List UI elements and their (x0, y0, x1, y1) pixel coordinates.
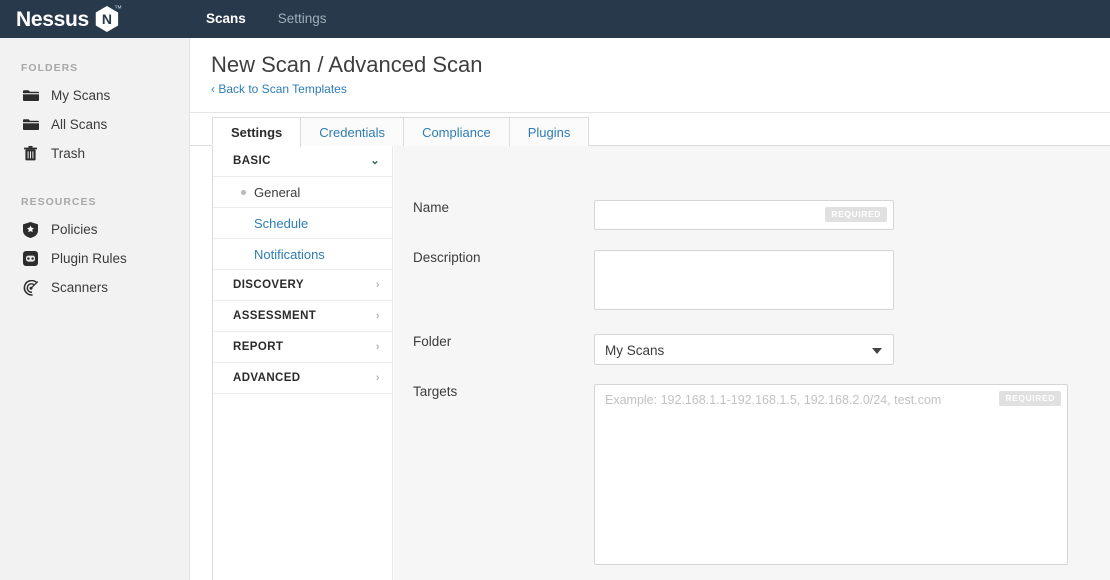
chevron-right-icon: › (375, 309, 380, 322)
sidebar-item-my-scans[interactable]: My Scans (0, 81, 110, 110)
sidebar-item-label: Trash (51, 146, 86, 161)
folder-select[interactable]: My Scans (594, 334, 894, 365)
sidebar-item-label: Plugin Rules (51, 251, 127, 266)
nav-item-scans[interactable]: Scans (190, 0, 262, 38)
sidebar-item-trash[interactable]: Trash (0, 139, 85, 168)
tab-bar: Settings Credentials Compliance Plugins (190, 113, 1110, 147)
chevron-right-icon: › (375, 371, 380, 384)
sidebar-item-policies[interactable]: Policies (0, 215, 98, 244)
shield-icon (22, 221, 39, 238)
sidebar-item-label: Scanners (51, 280, 109, 295)
settings-item-label: Schedule (254, 215, 309, 231)
settings-nav-column: BASIC ⌄ General Schedule Notifications D… (213, 146, 393, 580)
folder-label: Folder (413, 334, 452, 349)
sidebar-item-label: Policies (51, 222, 98, 237)
settings-group-label: DISCOVERY (233, 279, 304, 291)
nessus-logo[interactable]: Nessus N ™ (0, 0, 190, 38)
bullet-placeholder-icon (241, 221, 246, 226)
name-label: Name (413, 200, 450, 215)
tab-settings[interactable]: Settings (212, 117, 302, 147)
chevron-down-icon: ⌄ (370, 154, 380, 167)
settings-item-label: Notifications (254, 246, 325, 262)
sidebar-heading-folders: FOLDERS (21, 62, 79, 74)
trash-icon (22, 145, 39, 162)
settings-item-label: General (254, 184, 301, 200)
plugin-icon (22, 250, 39, 267)
left-sidebar: FOLDERS My Scans All Scans Trash RESOURC… (0, 38, 190, 580)
active-tab-underline-gap (212, 145, 285, 146)
brand-name: Nessus (16, 7, 89, 31)
settings-group-assessment[interactable]: ASSESSMENT › (213, 301, 392, 332)
name-field[interactable]: REQUIRED (594, 200, 894, 230)
settings-group-label: REPORT (233, 341, 284, 353)
settings-item-schedule[interactable]: Schedule (213, 208, 392, 239)
bullet-placeholder-icon (241, 252, 246, 257)
settings-group-report[interactable]: REPORT › (213, 332, 392, 363)
settings-item-general[interactable]: General (213, 177, 392, 208)
top-nav-links: Scans Settings (190, 0, 343, 38)
current-item-bullet-icon (241, 189, 246, 195)
required-badge: REQUIRED (999, 391, 1061, 406)
folder-icon (22, 87, 39, 104)
required-badge: REQUIRED (825, 207, 887, 222)
back-to-scan-templates-link[interactable]: ‹ Back to Scan Templates (211, 82, 347, 96)
folder-selected-value: My Scans (605, 343, 665, 358)
targets-placeholder: Example: 192.168.1.1-192.168.1.5, 192.16… (605, 393, 942, 407)
description-label: Description (413, 250, 481, 265)
tab-plugins[interactable]: Plugins (508, 117, 590, 147)
settings-group-label: ADVANCED (233, 372, 301, 384)
form-row-name: Name REQUIRED (394, 200, 1110, 230)
page-header: New Scan / Advanced Scan ‹ Back to Scan … (190, 38, 1110, 113)
settings-group-advanced[interactable]: ADVANCED › (213, 363, 392, 394)
chevron-down-icon (872, 348, 882, 354)
settings-group-discovery[interactable]: DISCOVERY › (213, 270, 392, 301)
folder-icon (22, 116, 39, 133)
general-settings-form: Name REQUIRED Description Folder My Scan… (394, 146, 1110, 580)
description-field[interactable] (594, 250, 894, 310)
tab-credentials[interactable]: Credentials (300, 117, 405, 147)
top-navigation-bar: Nessus N ™ Scans Settings (0, 0, 1110, 38)
trademark-symbol: ™ (114, 4, 122, 13)
sidebar-item-label: My Scans (51, 88, 111, 103)
radar-icon (22, 279, 39, 296)
nessus-app-window: Nessus N ™ Scans Settings FOLDERS My Sca… (0, 0, 1110, 580)
chevron-right-icon: › (375, 278, 380, 291)
sidebar-item-label: All Scans (51, 117, 108, 132)
settings-group-basic[interactable]: BASIC ⌄ (213, 146, 392, 177)
nav-item-settings[interactable]: Settings (262, 0, 343, 38)
form-row-description: Description (394, 250, 1110, 310)
scan-settings-panel: BASIC ⌄ General Schedule Notifications D… (212, 146, 1110, 580)
chevron-right-icon: › (375, 340, 380, 353)
targets-field[interactable]: Example: 192.168.1.1-192.168.1.5, 192.16… (594, 384, 1068, 565)
settings-group-label: BASIC (233, 155, 271, 167)
tab-compliance[interactable]: Compliance (403, 117, 510, 147)
page-title: New Scan / Advanced Scan (211, 52, 483, 77)
settings-item-notifications[interactable]: Notifications (213, 239, 392, 270)
form-row-folder: Folder My Scans (394, 334, 1110, 365)
sidebar-item-all-scans[interactable]: All Scans (0, 110, 107, 139)
settings-group-label: ASSESSMENT (233, 310, 317, 322)
tab-list: Settings Credentials Compliance Plugins (212, 117, 590, 147)
targets-label: Targets (413, 384, 458, 399)
sidebar-item-plugin-rules[interactable]: Plugin Rules (0, 244, 127, 273)
sidebar-item-scanners[interactable]: Scanners (0, 273, 108, 302)
sidebar-heading-resources: RESOURCES (21, 196, 97, 208)
form-row-targets: Targets Example: 192.168.1.1-192.168.1.5… (394, 384, 1110, 565)
